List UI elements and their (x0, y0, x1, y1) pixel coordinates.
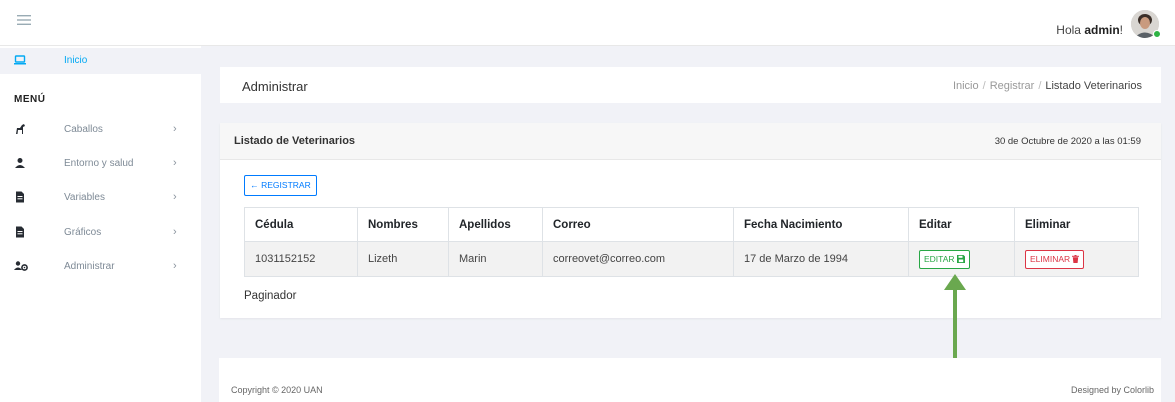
sidebar-item-label: Administrar (64, 261, 115, 272)
annotation-arrow-icon (944, 274, 966, 362)
footer-credit-link[interactable]: Designed by Colorlib (1071, 385, 1154, 395)
table-row: 1031152152 Lizeth Marin correovet@correo… (244, 241, 1139, 277)
breadcrumb-bar: Administrar Inicio / Registrar / Listado Vet… (220, 67, 1161, 103)
column-header-nombres: Nombres (357, 207, 449, 242)
greeting-suffix: ! (1119, 23, 1123, 37)
breadcrumb-link-inicio[interactable]: Inicio (953, 80, 979, 92)
chevron-right-icon: › (173, 123, 177, 135)
cell-fecha-nacimiento: 17 de Marzo de 1994 (733, 241, 909, 277)
cell-nombres: Lizeth (357, 241, 449, 277)
sidebar-item-label: Variables (64, 192, 105, 203)
sidebar: Inicio MENÚ Caballos › Entorno y salud ›… (0, 46, 201, 402)
chevron-right-icon: › (173, 226, 177, 238)
cell-cedula: 1031152152 (244, 241, 358, 277)
veterinarians-table: Cédula Nombres Apellidos Correo Fecha Na… (244, 207, 1139, 277)
breadcrumb-current: Listado Veterinarios (1045, 80, 1142, 92)
sidebar-item-caballos[interactable]: Caballos › (0, 117, 201, 143)
file-icon (14, 226, 26, 238)
column-header-apellidos: Apellidos (448, 207, 543, 242)
chevron-right-icon: › (173, 157, 177, 169)
greeting-prefix: Hola (1056, 23, 1085, 37)
chevron-right-icon: › (173, 260, 177, 272)
chevron-right-icon: › (173, 191, 177, 203)
card-date: 30 de Octubre de 2020 a las 01:59 (994, 136, 1141, 147)
sidebar-item-graficos[interactable]: Gráficos › (0, 220, 201, 246)
registrar-button[interactable]: ← REGISTRAR (244, 175, 317, 196)
top-header: Hola admin! (0, 0, 1175, 46)
horse-icon (14, 123, 26, 135)
veterinarians-card: Listado de Veterinarios 30 de Octubre de… (220, 123, 1161, 318)
sidebar-item-administrar[interactable]: Administrar › (0, 254, 201, 280)
column-header-correo: Correo (542, 207, 734, 242)
sidebar-item-label: Entorno y salud (64, 158, 134, 169)
user-icon (14, 157, 26, 169)
page-title: Administrar (242, 79, 308, 94)
cell-correo: correovet@correo.com (542, 241, 734, 277)
breadcrumb-link-registrar[interactable]: Registrar (990, 80, 1035, 92)
cell-apellidos: Marin (448, 241, 543, 277)
editar-button-label: EDITAR (924, 253, 955, 264)
users-cog-icon (14, 260, 28, 272)
menu-toggle-icon[interactable] (17, 14, 35, 32)
eliminar-button-label: ELIMINAR (1030, 253, 1071, 264)
sidebar-item-label: Caballos (64, 124, 103, 135)
column-header-cedula: Cédula (244, 207, 358, 242)
card-title: Listado de Veterinarios (234, 135, 356, 147)
editar-button[interactable]: EDITAR (919, 249, 970, 269)
eliminar-button[interactable]: ELIMINAR (1025, 249, 1085, 269)
paginator: Paginador (244, 290, 297, 302)
sidebar-item-label: Gráficos (64, 227, 102, 238)
save-icon (956, 254, 965, 263)
column-header-eliminar: Eliminar (1014, 207, 1139, 242)
sidebar-item-entorno-y-salud[interactable]: Entorno y salud › (0, 151, 201, 177)
column-header-editar: Editar (908, 207, 1015, 242)
trash-icon (1072, 254, 1080, 263)
cell-eliminar: ELIMINAR (1014, 241, 1139, 277)
sidebar-section-title: MENÚ (14, 94, 46, 105)
breadcrumb-separator: / (1038, 80, 1042, 92)
footer-copyright: Copyright © 2020 UAN (231, 385, 323, 395)
sidebar-item-inicio[interactable]: Inicio (0, 48, 201, 74)
breadcrumb-separator: / (982, 80, 986, 92)
file-icon (14, 191, 26, 203)
laptop-icon (14, 54, 26, 66)
online-status-dot (1153, 30, 1161, 38)
sidebar-item-variables[interactable]: Variables › (0, 185, 201, 211)
column-header-fecha-nacimiento: Fecha Nacimiento (733, 207, 909, 242)
breadcrumb: Inicio / Registrar / Listado Veterinarios (953, 80, 1142, 92)
greeting-username: admin (1084, 23, 1120, 37)
footer: Copyright © 2020 UAN Designed by Colorli… (219, 358, 1161, 402)
card-header: Listado de Veterinarios 30 de Octubre de… (220, 123, 1161, 160)
sidebar-item-label: Inicio (64, 55, 88, 66)
user-greeting: Hola admin! (1056, 23, 1123, 37)
cell-editar: EDITAR (908, 241, 1015, 277)
table-header-row: Cédula Nombres Apellidos Correo Fecha Na… (244, 207, 1139, 242)
